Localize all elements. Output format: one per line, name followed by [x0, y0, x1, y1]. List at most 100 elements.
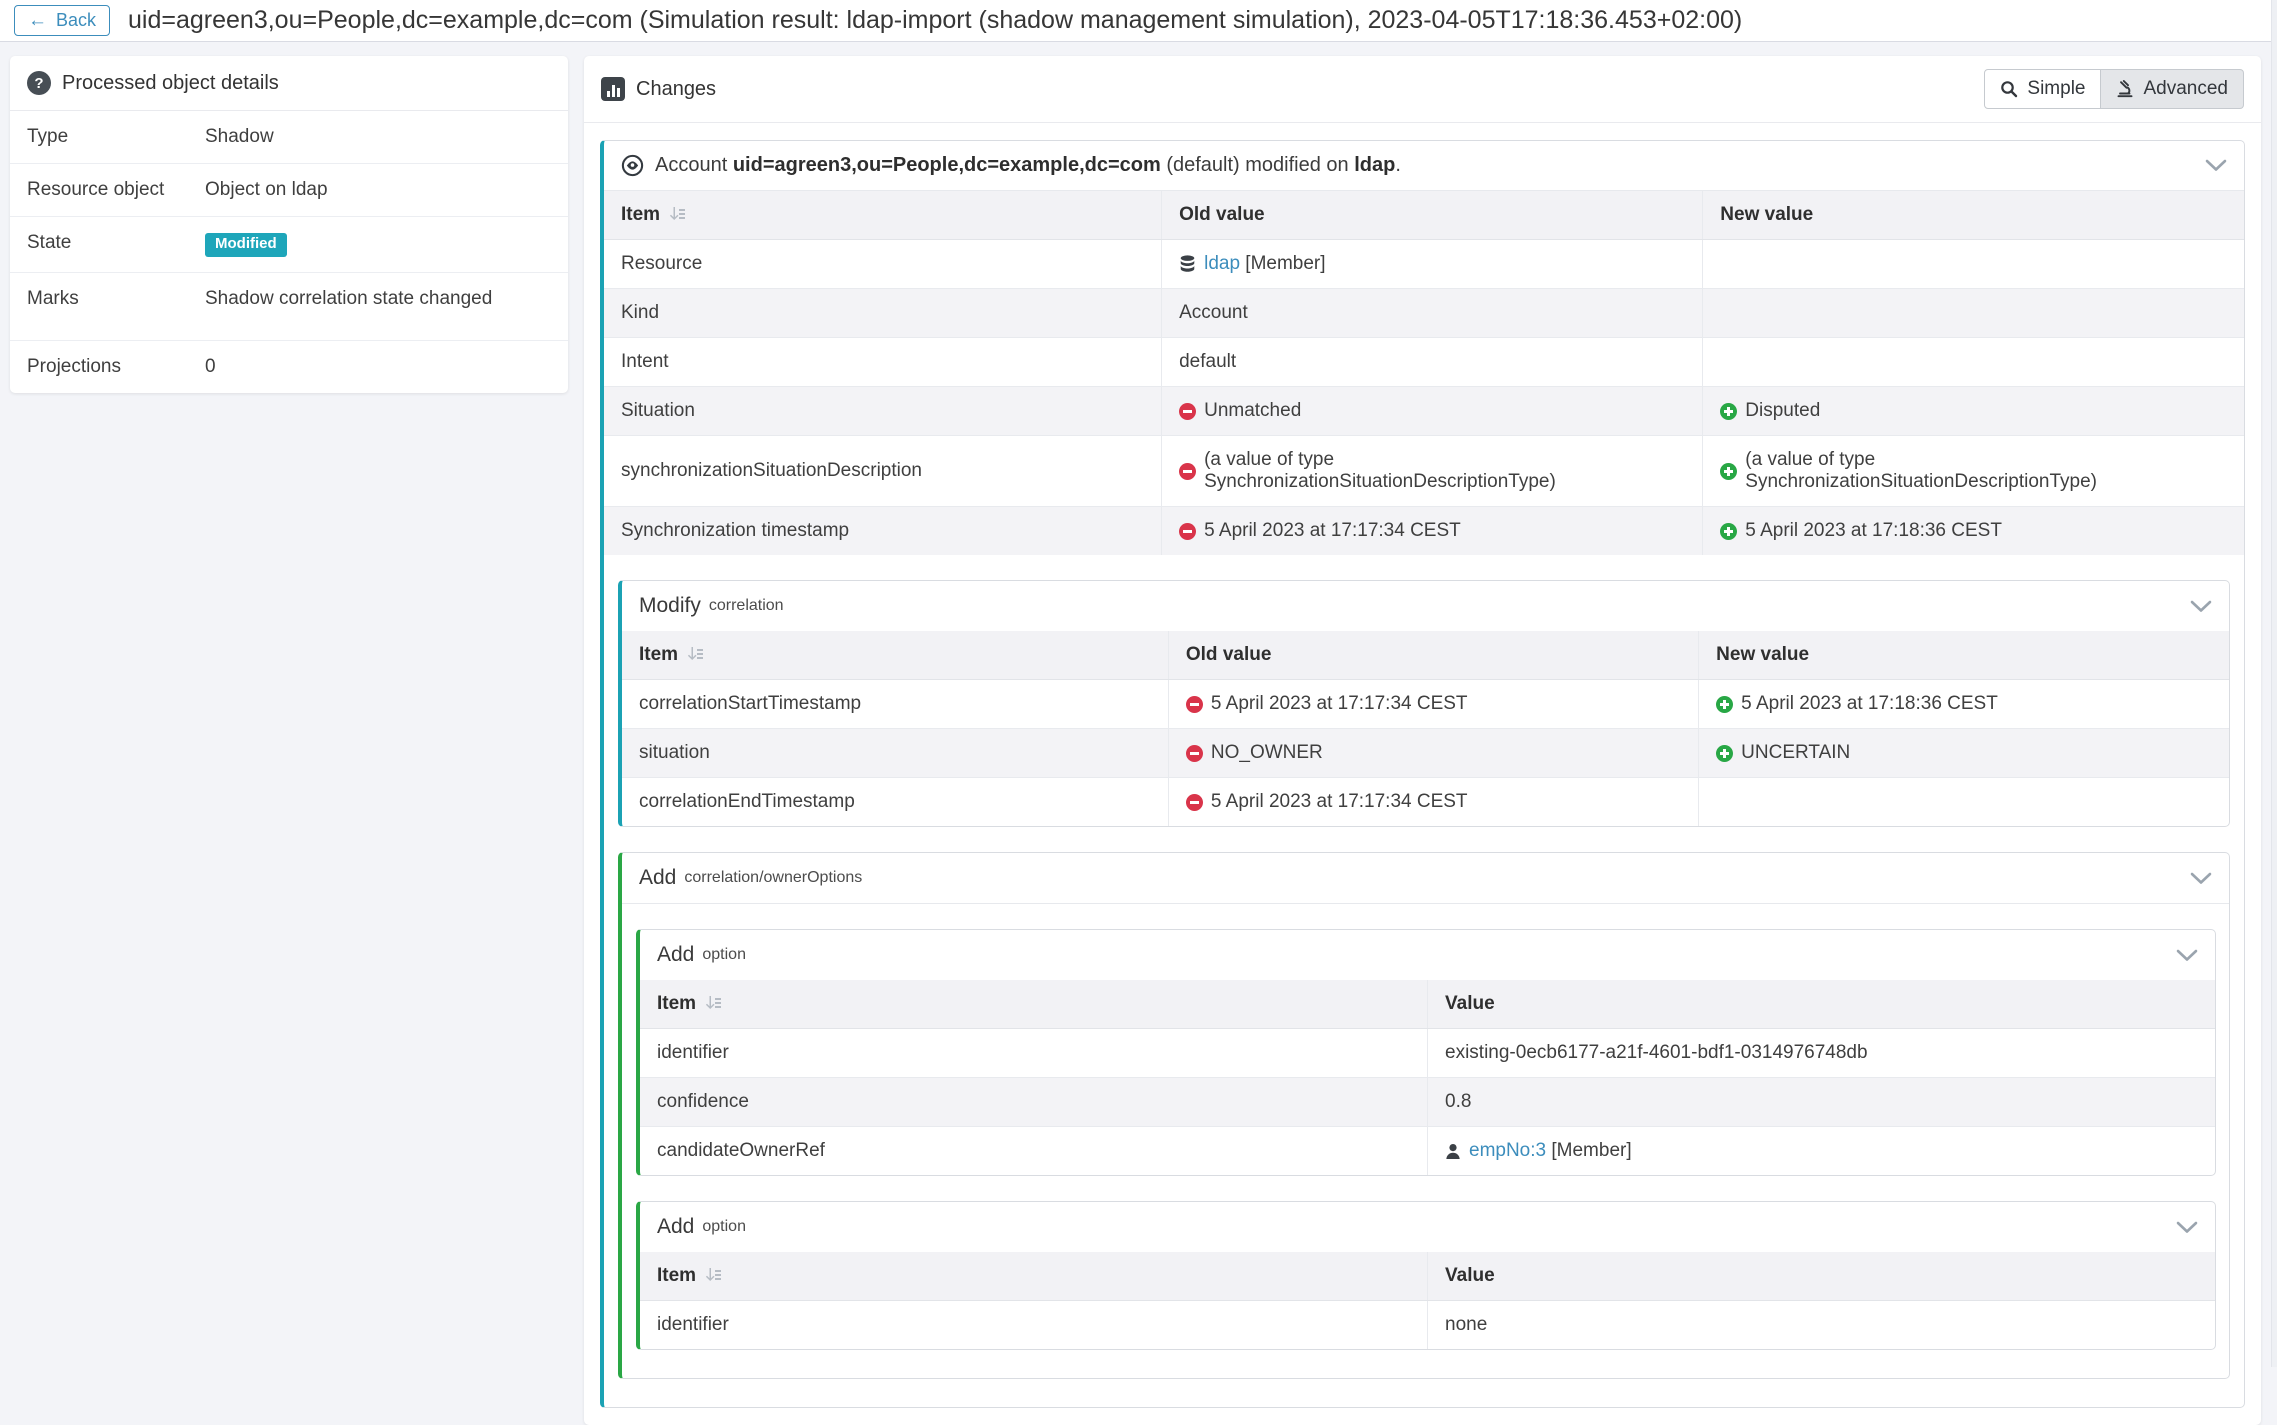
detail-value: Shadow correlation state changed: [205, 288, 492, 310]
modify-correlation-table: Item Old value New value correlationStar…: [622, 631, 2229, 826]
item-cell: synchronizationSituationDescription: [604, 436, 1162, 507]
detail-label: Resource object: [27, 179, 205, 201]
table-row: correlationStartTimestamp 5 April 2023 a…: [622, 680, 2229, 729]
sort-icon[interactable]: [687, 646, 704, 662]
modify-correlation-header: Modify correlation: [622, 581, 2229, 631]
section-subtitle: option: [702, 1218, 746, 1236]
item-cell: Intent: [604, 338, 1162, 387]
table-row: situation NO_OWNER UNCERTAIN: [622, 729, 2229, 778]
section-subtitle: correlation: [709, 597, 784, 615]
detail-value: 0: [205, 356, 216, 378]
new-value: UNCERTAIN: [1741, 742, 1850, 764]
value-cell: none: [1428, 1301, 2216, 1350]
sort-icon[interactable]: [669, 206, 686, 222]
account-resource-name: ldap: [1354, 154, 1395, 176]
candidate-owner-link[interactable]: empNo:3: [1469, 1140, 1546, 1161]
view-mode-toggle: Simple Advanced: [1984, 69, 2244, 109]
advanced-mode-label: Advanced: [2143, 78, 2228, 100]
column-header-old-value: Old value: [1168, 631, 1698, 680]
item-cell: identifier: [640, 1301, 1428, 1350]
resource-link[interactable]: ldap: [1204, 253, 1240, 274]
minus-circle-icon: [1186, 745, 1203, 762]
table-row: identifier none: [640, 1301, 2215, 1350]
simple-mode-button[interactable]: Simple: [1984, 69, 2101, 109]
new-value: 5 April 2023 at 17:18:36 CEST: [1745, 520, 2002, 542]
table-row: Intent default: [604, 338, 2244, 387]
table-row: confidence 0.8: [640, 1078, 2215, 1127]
old-value: 5 April 2023 at 17:17:34 CEST: [1204, 520, 1461, 542]
table-row: identifier existing-0ecb6177-a21f-4601-b…: [640, 1029, 2215, 1078]
plus-circle-icon: [1720, 403, 1737, 420]
processed-object-details-panel: ? Processed object details Type Shadow R…: [10, 56, 568, 393]
old-value: (a value of type SynchronizationSituatio…: [1204, 449, 1685, 493]
table-row: correlationEndTimestamp 5 April 2023 at …: [622, 778, 2229, 827]
column-header-value: Value: [1428, 980, 2216, 1029]
microscope-icon: [2116, 80, 2134, 98]
chevron-down-icon[interactable]: [2176, 1221, 2198, 1234]
account-change-summary: Account uid=agreen3,ou=People,dc=example…: [655, 154, 1401, 177]
table-row: Synchronization timestamp 5 April 2023 a…: [604, 507, 2244, 556]
detail-row-state: State Modified: [10, 217, 568, 273]
minus-circle-icon: [1179, 463, 1196, 480]
table-row: synchronizationSituationDescription (a v…: [604, 436, 2244, 507]
plus-circle-icon: [1720, 463, 1737, 480]
shadow-eye-icon: [621, 154, 644, 177]
scrollbar-track[interactable]: [2271, 0, 2277, 1367]
top-bar: ← Back uid=agreen3,ou=People,dc=example,…: [0, 0, 2277, 42]
details-panel-title: Processed object details: [62, 72, 279, 95]
value-cell: 0.8: [1428, 1078, 2216, 1127]
add-owner-options-section: Add correlation/ownerOptions Add option: [618, 852, 2230, 1379]
section-subtitle: option: [702, 946, 746, 964]
changes-panel: Changes Simple: [584, 56, 2261, 1425]
add-option-table-1: Item Value identifier existing-0ecb6177-…: [640, 980, 2215, 1175]
account-dn: uid=agreen3,ou=People,dc=example,dc=com: [733, 154, 1161, 176]
sort-icon[interactable]: [705, 995, 722, 1011]
account-change-section: Account uid=agreen3,ou=People,dc=example…: [600, 140, 2245, 1408]
old-value: 5 April 2023 at 17:17:34 CEST: [1211, 791, 1468, 813]
plus-circle-icon: [1716, 745, 1733, 762]
detail-row-projections: Projections 0: [10, 341, 568, 393]
chevron-down-icon[interactable]: [2176, 949, 2198, 962]
account-changes-table: Item Old value New value Resource ldap […: [604, 191, 2244, 555]
chevron-down-icon[interactable]: [2190, 600, 2212, 613]
column-header-item: Item: [604, 191, 1162, 240]
add-option-table-2: Item Value identifier none: [640, 1252, 2215, 1349]
section-title: Add: [657, 1215, 694, 1239]
old-value: NO_OWNER: [1211, 742, 1323, 764]
table-row: candidateOwnerRef empNo:3 [Member]: [640, 1127, 2215, 1176]
candidate-owner-relation: [Member]: [1546, 1140, 1632, 1161]
detail-value: Shadow: [205, 126, 274, 148]
item-cell: confidence: [640, 1078, 1428, 1127]
column-header-item: Item: [622, 631, 1168, 680]
column-header-value: Value: [1428, 1252, 2216, 1301]
account-section-header: Account uid=agreen3,ou=People,dc=example…: [604, 141, 2244, 191]
column-header-old-value: Old value: [1162, 191, 1703, 240]
detail-label: Projections: [27, 356, 205, 378]
minus-circle-icon: [1179, 523, 1196, 540]
section-subtitle: correlation/ownerOptions: [684, 869, 862, 887]
item-cell: correlationEndTimestamp: [622, 778, 1168, 827]
item-cell: Kind: [604, 289, 1162, 338]
database-icon: [1179, 255, 1196, 273]
plus-circle-icon: [1720, 523, 1737, 540]
changes-title: Changes: [636, 78, 716, 101]
column-header-new-value: New value: [1699, 631, 2229, 680]
table-row: Kind Account: [604, 289, 2244, 338]
back-button[interactable]: ← Back: [14, 5, 110, 36]
section-title: Modify: [639, 594, 701, 618]
add-option-header: Add option: [640, 1202, 2215, 1252]
item-cell: Synchronization timestamp: [604, 507, 1162, 556]
details-panel-header: ? Processed object details: [10, 56, 568, 111]
detail-row-resource-object: Resource object Object on ldap: [10, 164, 568, 217]
sort-icon[interactable]: [705, 1267, 722, 1283]
chevron-down-icon[interactable]: [2205, 159, 2227, 172]
minus-circle-icon: [1179, 403, 1196, 420]
back-arrow-icon: ←: [28, 11, 47, 30]
item-cell: Situation: [604, 387, 1162, 436]
section-title: Add: [639, 866, 676, 890]
question-circle-icon: ?: [27, 71, 51, 95]
advanced-mode-button[interactable]: Advanced: [2101, 69, 2244, 109]
add-option-section-2: Add option Item: [636, 1201, 2216, 1350]
chevron-down-icon[interactable]: [2190, 872, 2212, 885]
search-icon: [2000, 80, 2018, 98]
